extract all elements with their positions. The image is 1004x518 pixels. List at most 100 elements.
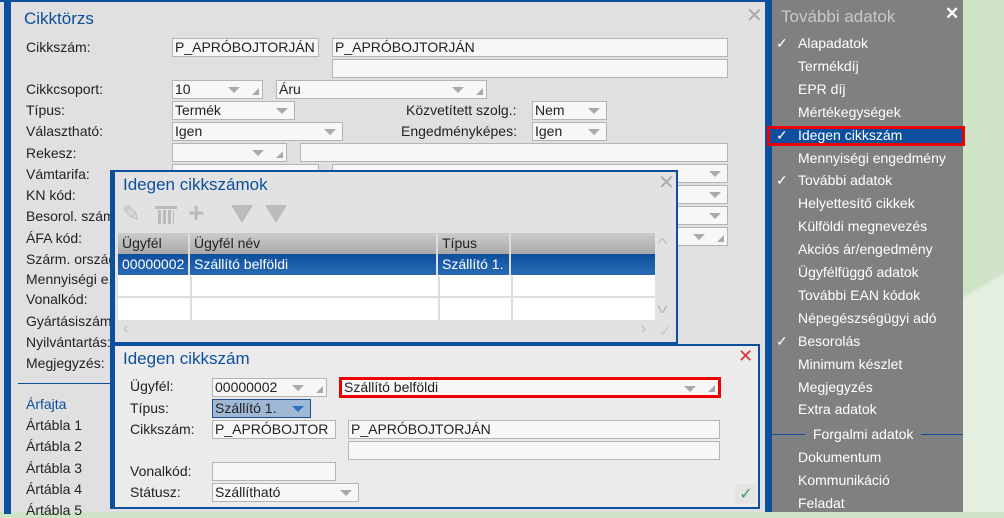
side-item-label: Mértékegységek xyxy=(798,103,901,120)
filter-icon[interactable] xyxy=(231,205,253,223)
rekesz-combo[interactable] xyxy=(172,143,287,162)
artabla-1: Ártábla 1 xyxy=(26,417,83,433)
side-item-15[interactable]: Megjegyzés xyxy=(767,378,965,398)
filter-clear-icon[interactable] xyxy=(265,205,287,223)
scroll-down-icon[interactable]: v xyxy=(657,300,668,316)
side-item-label: Termékdíj xyxy=(798,57,859,74)
side-panel-title: További adatok xyxy=(781,7,896,26)
side-item-0[interactable]: Dokumentum xyxy=(767,448,965,468)
engedmenykepes-select[interactable]: Igen xyxy=(532,122,607,141)
edit-pencil-icon[interactable]: ✎ xyxy=(122,203,140,225)
side-item-label: Kommunikáció xyxy=(798,471,890,488)
cell-ugyfel: 00000002 xyxy=(118,254,190,275)
desktop-background xyxy=(963,0,1004,512)
label-engedmenykepes: Engedményképes: xyxy=(401,123,517,139)
label-tipus: Típus: xyxy=(26,102,65,118)
side-item-6[interactable]: ✓ További adatok xyxy=(767,171,965,191)
check-icon: ✓ xyxy=(776,332,788,349)
vonalkod-input[interactable] xyxy=(212,462,336,481)
close-icon[interactable]: ✕ xyxy=(945,4,959,24)
kozvetitett-value: Nem xyxy=(535,102,565,118)
side-item-2[interactable]: Feladat xyxy=(767,494,965,514)
scroll-right-icon[interactable]: › xyxy=(641,320,646,338)
cikkcsoport-name-combo[interactable]: Áru xyxy=(276,80,487,99)
rekesz-name-input[interactable] xyxy=(300,143,728,162)
divider xyxy=(18,383,113,384)
side-item-16[interactable]: Extra adatok xyxy=(767,400,965,420)
window-accent-bar xyxy=(4,2,11,514)
side-item-label: További EAN kódok xyxy=(798,286,921,303)
label-besorol: Besorol. szám: xyxy=(26,208,119,224)
statusz-value: Szállítható xyxy=(215,484,281,500)
resize-icon xyxy=(717,235,724,242)
chevron-down-icon xyxy=(276,108,288,114)
side-item-10[interactable]: Ügyfélfüggő adatok xyxy=(767,263,965,283)
chevron-down-icon xyxy=(693,234,705,240)
ugyfel-nev-combo[interactable]: Szállító belföldi xyxy=(339,377,721,398)
confirm-check-icon[interactable]: ✓ xyxy=(659,322,672,340)
save-check-icon[interactable]: ✓ xyxy=(735,484,757,504)
column-header-ugyfel[interactable]: Ügyfél xyxy=(118,233,190,254)
close-icon[interactable]: ✕ xyxy=(658,173,675,193)
chevron-down-icon xyxy=(588,129,600,135)
cikkszam-input[interactable]: P_APRÓBOJTOR xyxy=(212,420,336,439)
close-icon[interactable]: ✕ xyxy=(746,6,763,26)
side-item-12[interactable]: Népegészségügyi adó xyxy=(767,309,965,329)
tipus-select[interactable]: Termék xyxy=(172,101,295,120)
delete-trash-icon[interactable] xyxy=(155,204,177,224)
side-item-4[interactable]: ✓ Idegen cikkszám xyxy=(767,125,965,146)
cikkszam-input[interactable]: P_APRÓBOJTORJÁN xyxy=(172,38,319,57)
label-vonalkod: Vonalkód: xyxy=(26,291,88,307)
side-item-label: Külföldi megnevezés xyxy=(798,218,928,235)
side-item-label: Idegen cikkszám xyxy=(798,126,903,143)
horizontal-scrollbar[interactable] xyxy=(118,320,655,339)
label-afa: ÁFA kód: xyxy=(26,230,83,246)
side-item-5[interactable]: Mennyiségi engedmény xyxy=(767,149,965,169)
ugyfel-combo[interactable]: 00000002 xyxy=(212,378,327,397)
arfajta-header: Árfajta xyxy=(26,396,67,412)
tipus-select[interactable]: Szállító 1. xyxy=(212,399,311,418)
close-icon[interactable]: ✕ xyxy=(738,346,753,367)
side-item-14[interactable]: Minimum készlet xyxy=(767,355,965,375)
label-mennyisegi: Mennyiségi e.: xyxy=(26,271,117,287)
table-row[interactable] xyxy=(118,276,655,298)
column-header-tipus[interactable]: Típus xyxy=(438,233,511,254)
statusz-select[interactable]: Szállítható xyxy=(212,483,359,502)
scroll-left-icon[interactable]: ‹ xyxy=(123,320,128,338)
side-item-1[interactable]: Kommunikáció xyxy=(767,471,965,491)
side-item-1[interactable]: Termékdíj xyxy=(767,57,965,77)
side-item-7[interactable]: Helyettesítő cikkek xyxy=(767,194,965,214)
check-icon: ✓ xyxy=(776,172,788,189)
label-cikkszam: Cikkszám: xyxy=(130,421,195,437)
side-item-2[interactable]: EPR díj xyxy=(767,80,965,100)
label-vonalkod: Vonalkód: xyxy=(130,463,192,479)
kozvetitett-select[interactable]: Nem xyxy=(532,101,607,120)
add-plus-icon[interactable]: + xyxy=(188,199,204,227)
artabla-2: Ártábla 2 xyxy=(26,438,83,454)
cikkcsoport-combo[interactable]: 10 xyxy=(172,80,263,99)
side-item-label: EPR díj xyxy=(798,80,846,97)
side-item-label: Alapadatok xyxy=(798,35,869,51)
cikkszam-name2-input[interactable] xyxy=(348,441,720,460)
cikkszam-name-input[interactable]: P_APRÓBOJTORJÁN xyxy=(332,38,728,57)
scroll-up-icon[interactable]: ^ xyxy=(657,235,667,251)
side-item-9[interactable]: Akciós ár/engedmény xyxy=(767,240,965,260)
side-item-13[interactable]: ✓ Besorolás xyxy=(767,332,965,352)
grid-line xyxy=(511,276,513,320)
tipus-value: Termék xyxy=(175,102,221,118)
label-ugyfel: Ügyfél: xyxy=(130,378,174,394)
side-item-3[interactable]: Mértékegységek xyxy=(767,103,965,123)
side-item-label: Megjegyzés xyxy=(798,378,873,395)
side-item-8[interactable]: Külföldi megnevezés xyxy=(767,217,965,237)
resize-icon xyxy=(476,88,483,95)
label-cikkcsoport: Cikkcsoport: xyxy=(26,81,104,97)
side-item-0[interactable]: ✓ Alapadatok xyxy=(767,34,965,54)
chevron-down-icon xyxy=(292,385,304,391)
check-icon: ✓ xyxy=(776,126,788,143)
column-header-ugyfel-nev[interactable]: Ügyfél név xyxy=(190,233,438,254)
side-item-11[interactable]: További EAN kódok xyxy=(767,286,965,306)
side-item-label: Népegészségügyi adó xyxy=(798,309,937,326)
cikkszam-name2-input[interactable] xyxy=(332,59,728,78)
cikkszam-name-input[interactable]: P_APRÓBOJTORJÁN xyxy=(348,420,720,439)
valaszthato-select[interactable]: Igen xyxy=(172,122,343,141)
